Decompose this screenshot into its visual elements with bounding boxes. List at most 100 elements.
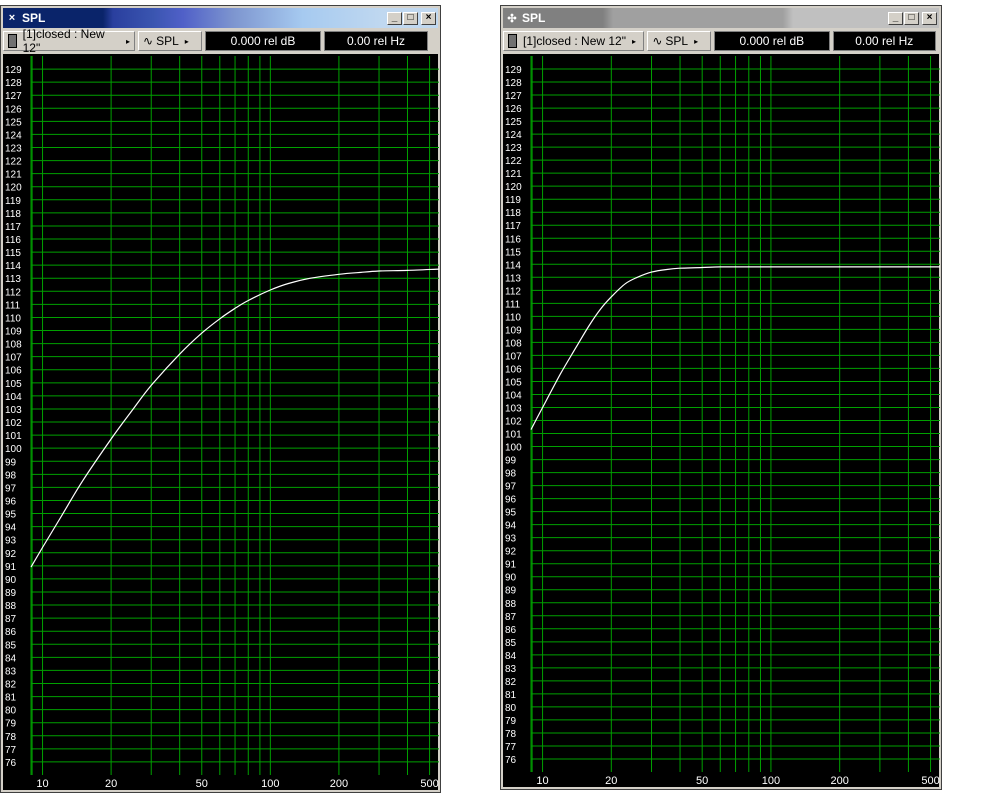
view-label: SPL bbox=[665, 34, 689, 48]
y-tick-label: 100 bbox=[505, 443, 522, 454]
y-tick-label: 109 bbox=[5, 327, 22, 338]
y-tick-label: 123 bbox=[5, 144, 22, 155]
y-tick-label: 94 bbox=[5, 523, 17, 534]
y-tick-label: 90 bbox=[5, 575, 17, 586]
title-bar[interactable]: × SPL _ □ × bbox=[3, 8, 438, 28]
y-tick-label: 120 bbox=[505, 182, 522, 193]
y-tick-label: 113 bbox=[505, 273, 521, 284]
waveform-icon: ∿ bbox=[143, 34, 154, 48]
y-tick-label: 127 bbox=[505, 91, 522, 102]
y-tick-label: 91 bbox=[505, 560, 517, 571]
y-tick-label: 109 bbox=[505, 325, 522, 336]
spl-window-right[interactable]: ✣ SPL _ □ × [1]closed : New 12" ▸ ∿ SPL … bbox=[500, 5, 942, 790]
y-tick-label: 100 bbox=[5, 444, 22, 455]
maximize-button[interactable]: □ bbox=[904, 11, 919, 25]
x-tick-label: 20 bbox=[105, 778, 117, 790]
y-tick-label: 81 bbox=[505, 690, 517, 701]
y-tick-label: 114 bbox=[505, 260, 521, 271]
y-tick-label: 79 bbox=[505, 716, 517, 727]
y-tick-label: 101 bbox=[5, 431, 22, 442]
y-tick-label: 104 bbox=[505, 390, 522, 401]
close-button[interactable]: × bbox=[421, 11, 436, 25]
toolbar: [1]closed : New 12" ▸ ∿ SPL ▸ 0.000 rel … bbox=[503, 30, 939, 52]
grid-lines bbox=[531, 56, 940, 772]
y-tick-label: 125 bbox=[5, 117, 22, 128]
x-tick-label: 500 bbox=[921, 775, 939, 787]
y-tick-label: 116 bbox=[5, 235, 21, 246]
y-tick-label: 129 bbox=[505, 65, 522, 76]
db-readout: 0.000 rel dB bbox=[714, 31, 830, 51]
toolbar: [1]closed : New 12" ▸ ∿ SPL ▸ 0.000 rel … bbox=[3, 27, 438, 55]
project-selector[interactable]: [1]closed : New 12" ▸ bbox=[3, 27, 135, 55]
speaker-icon bbox=[8, 34, 17, 48]
y-tick-label: 82 bbox=[5, 679, 17, 690]
y-tick-label: 84 bbox=[505, 651, 517, 662]
x-tick-label: 10 bbox=[36, 778, 48, 790]
y-tick-label: 128 bbox=[5, 78, 22, 89]
y-tick-label: 97 bbox=[505, 482, 517, 493]
dropdown-arrow-icon: ▸ bbox=[631, 36, 636, 46]
y-tick-label: 92 bbox=[5, 549, 17, 560]
plot-area[interactable]: 76 77 78 79 80 81 82 83 84 85 86 87 88 89 90 91 92 93 94 95… bbox=[503, 54, 940, 787]
y-tick-label: 95 bbox=[5, 510, 17, 521]
y-tick-label: 120 bbox=[5, 183, 22, 194]
y-tick-label: 114 bbox=[5, 261, 21, 272]
y-tick-label: 77 bbox=[5, 745, 17, 756]
project-label: [1]closed : New 12" bbox=[22, 27, 105, 55]
y-tick-label: 116 bbox=[505, 234, 521, 245]
y-tick-label: 108 bbox=[5, 340, 22, 351]
dropdown-arrow-icon: ▸ bbox=[184, 36, 189, 46]
close-button[interactable]: × bbox=[922, 11, 937, 25]
y-tick-label: 103 bbox=[5, 405, 22, 416]
y-tick-label: 82 bbox=[505, 677, 517, 688]
window-icon: ✣ bbox=[507, 12, 517, 25]
maximize-button[interactable]: □ bbox=[403, 11, 418, 25]
y-tick-label: 80 bbox=[505, 703, 517, 714]
y-tick-label: 92 bbox=[505, 547, 517, 558]
spl-window-left[interactable]: × SPL _ □ × [1]closed : New 12" ▸ ∿ SPL … bbox=[0, 5, 441, 793]
y-tick-label: 107 bbox=[5, 353, 22, 364]
y-tick-label: 102 bbox=[505, 417, 522, 428]
y-tick-label: 117 bbox=[5, 222, 21, 233]
plot-area[interactable]: 76 77 78 79 80 81 82 83 84 85 86 87 88 89 90 91 92 93 94 95… bbox=[3, 54, 440, 790]
y-tick-label: 129 bbox=[5, 65, 22, 76]
x-tick-label: 10 bbox=[536, 775, 548, 787]
dropdown-arrow-icon: ▸ bbox=[125, 36, 130, 46]
y-tick-label: 93 bbox=[5, 536, 17, 547]
y-tick-label: 85 bbox=[5, 640, 17, 651]
hz-readout: 0.00 rel Hz bbox=[324, 31, 428, 51]
y-tick-label: 78 bbox=[505, 729, 517, 740]
minimize-button[interactable]: _ bbox=[888, 11, 903, 25]
y-tick-label: 127 bbox=[5, 91, 22, 102]
minimize-button[interactable]: _ bbox=[387, 11, 402, 25]
y-tick-label: 89 bbox=[5, 588, 17, 599]
y-tick-label: 76 bbox=[505, 755, 517, 766]
y-tick-label: 86 bbox=[5, 627, 17, 638]
y-tick-label: 83 bbox=[505, 664, 517, 675]
window-title: SPL bbox=[522, 11, 546, 25]
y-tick-label: 88 bbox=[505, 599, 517, 610]
dropdown-arrow-icon: ▸ bbox=[694, 36, 699, 46]
y-tick-label: 119 bbox=[5, 196, 21, 207]
y-tick-label: 105 bbox=[5, 379, 22, 390]
y-tick-label: 98 bbox=[5, 470, 17, 481]
y-tick-label: 110 bbox=[505, 312, 521, 323]
title-bar[interactable]: ✣ SPL _ □ × bbox=[503, 8, 939, 28]
y-tick-label: 80 bbox=[5, 706, 17, 717]
y-tick-label: 122 bbox=[505, 156, 522, 167]
x-tick-label: 200 bbox=[830, 775, 848, 787]
x-tick-label: 500 bbox=[420, 778, 438, 790]
view-selector[interactable]: ∿ SPL ▸ bbox=[138, 31, 202, 51]
y-tick-label: 87 bbox=[5, 614, 17, 625]
y-tick-label: 121 bbox=[5, 170, 22, 181]
y-tick-label: 77 bbox=[505, 742, 517, 753]
y-tick-label: 107 bbox=[505, 351, 522, 362]
y-tick-label: 93 bbox=[505, 534, 517, 545]
y-tick-label: 103 bbox=[505, 403, 522, 414]
y-tick-label: 111 bbox=[5, 300, 21, 311]
y-tick-label: 85 bbox=[505, 638, 517, 649]
project-selector[interactable]: [1]closed : New 12" ▸ bbox=[503, 31, 645, 51]
view-selector[interactable]: ∿ SPL ▸ bbox=[647, 31, 712, 51]
y-tick-label: 119 bbox=[505, 195, 521, 206]
y-tick-label: 99 bbox=[5, 457, 17, 468]
